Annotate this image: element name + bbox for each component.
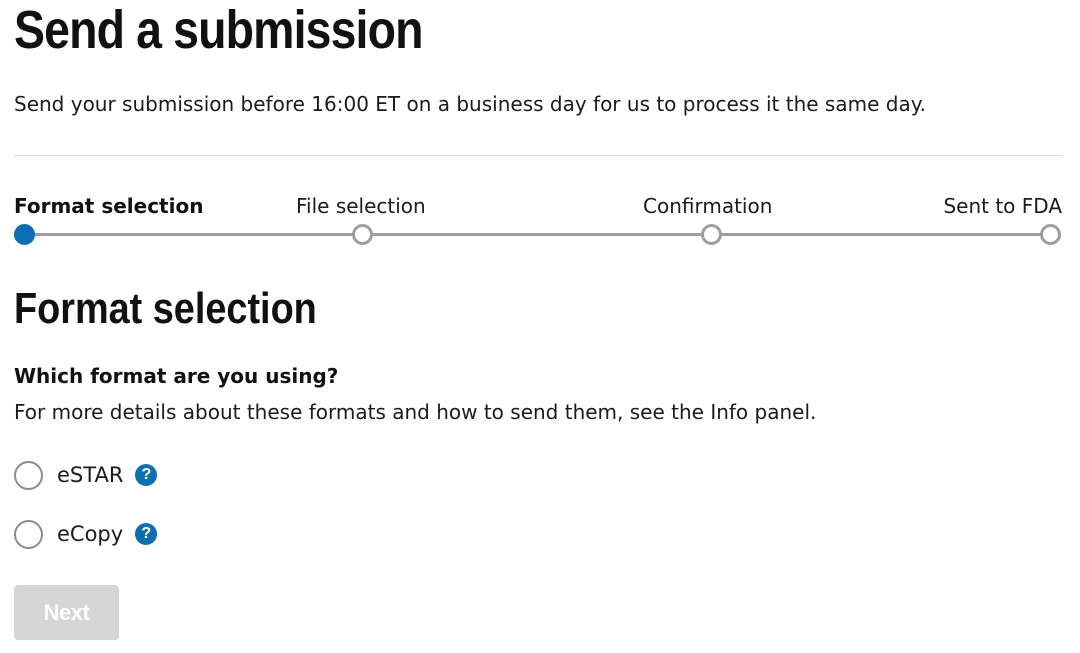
- question-circle-icon[interactable]: ?: [135, 464, 158, 486]
- option-estar: eSTAR ?: [14, 458, 158, 492]
- progress-stepper: Format selection File selection Confirma…: [14, 190, 1062, 250]
- format-question: Which format are you using?: [14, 364, 339, 388]
- format-hint: For more details about these formats and…: [14, 400, 817, 424]
- step-label-sent-to-fda: Sent to FDA: [943, 194, 1062, 218]
- step-label-format-selection: Format selection: [14, 194, 204, 218]
- estar-label[interactable]: eSTAR: [57, 461, 123, 489]
- next-button[interactable]: Next: [14, 585, 119, 640]
- ecopy-label[interactable]: eCopy: [57, 520, 123, 548]
- stepper-track: [26, 233, 1050, 236]
- ecopy-radio[interactable]: [14, 519, 43, 549]
- step-marker-format-selection: [14, 224, 35, 245]
- step-marker-file-selection: [352, 224, 373, 245]
- step-marker-confirmation: [701, 224, 722, 245]
- divider: [14, 155, 1062, 156]
- option-ecopy: eCopy ?: [14, 517, 158, 551]
- estar-radio[interactable]: [14, 460, 43, 490]
- step-marker-sent-to-fda: [1040, 224, 1061, 245]
- page-title: Send a submission: [14, 0, 423, 60]
- intro-text: Send your submission before 16:00 ET on …: [14, 92, 927, 116]
- step-label-file-selection: File selection: [296, 194, 426, 218]
- section-title: Format selection: [14, 284, 317, 333]
- question-circle-icon[interactable]: ?: [135, 523, 158, 545]
- step-label-confirmation: Confirmation: [643, 194, 773, 218]
